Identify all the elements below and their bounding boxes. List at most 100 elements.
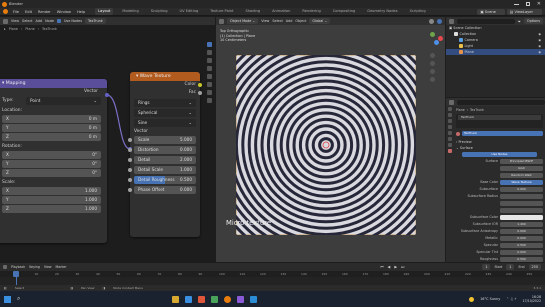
modifier-tab-icon[interactable] [448, 143, 452, 147]
navigation-gizmo[interactable] [428, 31, 444, 47]
property-value-field[interactable]: 0.000 [500, 236, 543, 241]
play-icon[interactable]: ▶ [394, 265, 397, 269]
base-color-field[interactable]: Wave Texture [500, 180, 543, 185]
editor-type-icon[interactable] [449, 99, 454, 105]
input-socket[interactable] [128, 168, 132, 172]
mode-dropdown[interactable]: Object Mode ⌄ [227, 18, 259, 24]
rings-direction-dropdown[interactable]: Spherical ⌄ [134, 109, 196, 117]
wave-node-header[interactable]: ▾ Wave Texture [130, 72, 200, 81]
measure-tool-icon[interactable] [207, 98, 212, 103]
taskbar-app-icon[interactable] [237, 295, 245, 303]
tab-layout[interactable]: Layout [95, 8, 114, 15]
camera-view-icon[interactable] [430, 69, 435, 74]
object-tab-icon[interactable] [448, 137, 452, 141]
menu-keying[interactable]: Keying [29, 265, 40, 269]
tool-tab-icon[interactable] [448, 107, 452, 111]
use-nodes-button[interactable]: Use Nodes [462, 152, 537, 157]
menu-view[interactable]: View [261, 19, 269, 23]
timeline[interactable]: Playback Keying View Marker ⏮ ◀ ▶ ⏭ 1 St… [0, 263, 545, 285]
menu-view[interactable]: View [11, 19, 19, 23]
shading-solid-icon[interactable] [429, 18, 434, 24]
property-value-field[interactable] [500, 201, 543, 206]
material-slots-list[interactable]: TexTrunk [456, 114, 543, 128]
shader-editor[interactable]: View Select Add Node Use Nodes TexTrunk … [0, 17, 215, 262]
jump-end-icon[interactable]: ⏭ [401, 265, 404, 269]
material-tab-icon[interactable] [448, 149, 452, 153]
property-value-field[interactable]: 0.000 [500, 250, 543, 255]
timeline-ruler[interactable]: 0102030405060708090100110120130140150160… [0, 271, 545, 277]
transform-orientation[interactable]: Global ⌄ [309, 18, 331, 24]
taskbar-app-icon[interactable] [185, 295, 193, 303]
input-socket[interactable] [128, 188, 132, 192]
input-socket[interactable] [128, 148, 132, 152]
filter-icon[interactable]: ⏷ [518, 19, 521, 24]
tab-rendering[interactable]: Rendering [299, 8, 323, 15]
windows-start-icon[interactable] [4, 295, 11, 303]
weather-text[interactable]: 16°C Sunny [480, 297, 500, 301]
menu-select[interactable]: Select [22, 19, 32, 23]
z-axis-icon[interactable] [434, 40, 439, 45]
mapping-node-header[interactable]: ▾ Mapping [0, 79, 107, 88]
properties-editor[interactable]: Plane › TexTrunk TexTrunk TexTrunk › Pre… [446, 98, 545, 262]
outliner-search-input[interactable] [457, 18, 515, 24]
properties-search-input[interactable] [457, 99, 545, 105]
3d-viewport[interactable]: Object Mode ⌄ View Select Add Object Glo… [216, 17, 445, 262]
scene-tab-icon[interactable] [448, 125, 452, 129]
mapping-node[interactable]: ▾ Mapping Vector Type: Point ⌄ Location: … [0, 79, 109, 243]
wave-scale-field[interactable]: Scale 5.000 [134, 136, 196, 144]
fac-output-socket[interactable] [198, 91, 202, 95]
menu-select[interactable]: Select [272, 19, 282, 23]
outliner-item-plane[interactable]: Plane ◉ [446, 49, 545, 55]
wave-texture-node[interactable]: ▾ Wave Texture Color Fac Rings ⌄ Spherica… [128, 72, 202, 237]
surface-panel[interactable]: ⌄ Surface [456, 145, 543, 151]
tab-sculpting[interactable]: Sculpting [148, 8, 171, 15]
material-name-field[interactable]: TexTrunk [462, 131, 543, 136]
options-button[interactable]: Options [523, 18, 543, 24]
scale-z-field[interactable]: Z 1.000 [2, 205, 101, 213]
wave-phase-offset-field[interactable]: Phase Offset 0.000 [134, 186, 196, 194]
jump-start-icon[interactable]: ⏮ [380, 265, 383, 269]
taskbar-app-icon[interactable] [198, 295, 206, 303]
wave-detail-field[interactable]: Detail 2.000 [134, 156, 196, 164]
menu-playback[interactable]: Playback [11, 265, 25, 269]
type-dropdown[interactable]: Point ⌄ [26, 97, 101, 105]
property-value-field[interactable]: 0.500 [500, 243, 543, 248]
property-value-field[interactable] [500, 208, 543, 213]
menu-add[interactable]: Add [286, 19, 293, 23]
menu-help[interactable]: Help [77, 10, 85, 14]
view-layer-selector[interactable]: ▤ ViewLayer [506, 8, 542, 15]
material-slot[interactable]: TexTrunk [84, 18, 106, 24]
editor-type-icon[interactable] [219, 18, 224, 24]
tab-animation[interactable]: Animation [269, 8, 293, 15]
editor-type-icon[interactable] [3, 265, 7, 269]
pan-icon[interactable] [430, 61, 435, 66]
scale-y-field[interactable]: Y 1.000 [2, 196, 101, 204]
wave-type-dropdown[interactable]: Rings ⌄ [134, 99, 196, 107]
property-value-field[interactable] [500, 215, 543, 220]
tab-scripting[interactable]: Scripting [407, 8, 429, 15]
tab-shading[interactable]: Shading [242, 8, 263, 15]
material-slot-item[interactable]: TexTrunk [458, 115, 541, 120]
shading-material-icon[interactable] [437, 18, 442, 24]
cursor-tool-icon[interactable] [207, 50, 212, 55]
taskbar-app-icon[interactable] [211, 295, 219, 303]
property-value-field[interactable] [500, 194, 543, 199]
tab-texture-paint[interactable]: Texture Paint [207, 8, 236, 15]
location-y-field[interactable]: Y 0 m [2, 124, 101, 132]
clock[interactable]: 16:28 17/10/2022 [523, 295, 541, 303]
tray-icons[interactable]: ⌃ ♫ ⚡ [506, 297, 516, 301]
world-tab-icon[interactable] [448, 131, 452, 135]
location-x-field[interactable]: X 0 m [2, 115, 101, 123]
rotation-z-field[interactable]: Z 0° [2, 169, 101, 177]
y-axis-icon[interactable] [430, 32, 435, 37]
property-value-field[interactable]: 0.000 [500, 187, 543, 192]
use-nodes-checkbox[interactable] [56, 19, 61, 23]
menu-window[interactable]: Window [57, 10, 71, 14]
visibility-eye-icon[interactable]: ◉ [538, 49, 541, 55]
taskbar-app-icon[interactable] [250, 295, 258, 303]
menu-edit[interactable]: Edit [25, 10, 32, 14]
wave-distortion-field[interactable]: Distortion 0.000 [134, 146, 196, 154]
editor-type-icon[interactable] [3, 18, 8, 24]
weather-icon[interactable] [469, 296, 475, 302]
tab-uv-editing[interactable]: UV Editing [177, 8, 202, 15]
